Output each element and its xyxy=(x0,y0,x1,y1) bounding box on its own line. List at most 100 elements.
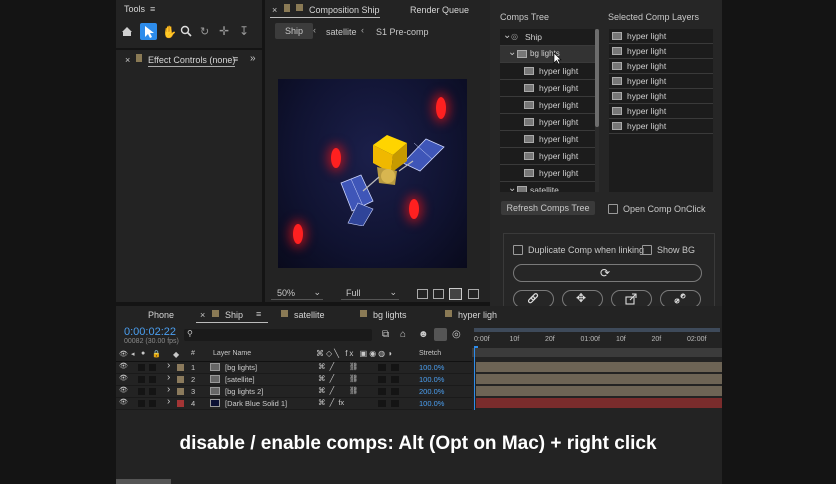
switch-box[interactable] xyxy=(391,388,399,395)
eye-icon[interactable]: 👁 xyxy=(119,374,128,382)
selected-layer-item[interactable]: hyper light xyxy=(609,59,713,74)
render-queue-tab[interactable]: Render Queue xyxy=(410,5,469,15)
chevron-right-icon[interactable]: › xyxy=(167,360,170,371)
hand-tool-icon[interactable]: ✋ xyxy=(162,25,177,39)
rotate-tool-icon[interactable]: ↻ xyxy=(200,25,209,38)
comp-flowchart-icon[interactable]: ⧉ xyxy=(382,329,389,340)
layer-switches-icon[interactable]: ⌘ ╱ fx xyxy=(318,398,344,407)
zoom-tool-icon[interactable] xyxy=(180,25,192,37)
switch-box[interactable] xyxy=(391,364,399,371)
menu-icon[interactable]: ≡ xyxy=(233,54,238,64)
tab-phone[interactable]: Phone xyxy=(148,310,174,320)
layer-switches-icon[interactable]: ⌘ ╱ ⛓ xyxy=(318,362,358,371)
timecode[interactable]: 0:00:02:22 xyxy=(124,326,176,338)
search-input[interactable]: ⚲ xyxy=(184,329,372,341)
layer-switches-icon[interactable]: ⌘ ╱ ⛓ xyxy=(318,374,358,383)
eye-icon[interactable]: 👁 xyxy=(119,398,128,406)
anchor-tool-icon[interactable]: ✛ xyxy=(219,24,229,38)
comps-tree-item[interactable]: hyper light xyxy=(500,97,595,114)
switch-box[interactable] xyxy=(149,376,156,383)
lock-icon[interactable] xyxy=(136,54,142,62)
stretch-header[interactable]: Stretch xyxy=(419,350,441,357)
comps-tree-item[interactable]: hyper light xyxy=(500,63,595,80)
region-icon[interactable] xyxy=(417,289,428,299)
selected-layer-item[interactable]: hyper light xyxy=(609,89,713,104)
home-icon[interactable] xyxy=(121,26,133,37)
layer-name[interactable]: [bg lights 2] xyxy=(225,387,263,396)
chevron-down-icon[interactable]: ⌄ xyxy=(508,183,516,192)
transparency-icon[interactable] xyxy=(449,288,462,300)
composition-tab[interactable]: Composition Ship xyxy=(309,5,380,15)
switch-box[interactable] xyxy=(391,376,399,383)
show-bg-checkbox[interactable] xyxy=(642,245,652,255)
refresh-comps-button[interactable]: Refresh Comps Tree xyxy=(501,201,595,215)
stretch-value[interactable]: 100.0% xyxy=(419,375,444,384)
chevron-right-icon[interactable]: › xyxy=(167,384,170,395)
chevron-right-icon[interactable]: › xyxy=(167,372,170,383)
selected-layer-item[interactable]: hyper light xyxy=(609,29,713,44)
layer-name-header[interactable]: Layer Name xyxy=(213,350,251,357)
comps-tree-item[interactable]: ⌄ bg lights xyxy=(500,46,595,63)
breadcrumb-s1-precomp[interactable]: S1 Pre-comp xyxy=(376,27,429,37)
close-icon[interactable]: × xyxy=(200,310,205,320)
comps-tree-item[interactable]: ⌄ satellite xyxy=(500,182,595,192)
layer-duration-bar[interactable] xyxy=(476,386,722,396)
composition-viewer[interactable] xyxy=(278,79,467,268)
menu-icon[interactable]: ≡ xyxy=(256,309,261,319)
tab-bg-lights[interactable]: bg lights xyxy=(373,310,407,320)
switch-box[interactable] xyxy=(378,364,386,371)
chevron-down-icon[interactable]: ⌄ xyxy=(508,47,516,58)
selection-tool-icon[interactable] xyxy=(140,23,157,40)
shy-icon[interactable]: ☻ xyxy=(418,329,429,340)
stretch-value[interactable]: 200.0% xyxy=(419,387,444,396)
open-comp-checkbox[interactable] xyxy=(608,204,618,214)
label-color-swatch[interactable] xyxy=(177,376,184,383)
breadcrumb-satellite[interactable]: satellite xyxy=(326,27,357,37)
frame-blend-icon[interactable] xyxy=(434,328,447,341)
eye-icon[interactable]: 👁 xyxy=(119,386,128,394)
switch-box[interactable] xyxy=(149,388,156,395)
switch-box[interactable] xyxy=(138,364,145,371)
close-icon[interactable]: × xyxy=(125,55,130,65)
resolution-select[interactable]: Full ⌄ xyxy=(341,287,399,300)
zoom-select[interactable]: 50% ⌄ xyxy=(271,287,323,300)
tab-satellite[interactable]: satellite xyxy=(294,310,325,320)
layer-row[interactable]: 👁 › 4 [Dark Blue Solid 1] ⌘ ╱ fx 100.0% xyxy=(116,396,472,410)
comps-tree-item[interactable]: hyper light xyxy=(500,148,595,165)
work-area-bar[interactable] xyxy=(474,328,720,332)
motion-blur-icon[interactable]: ◎ xyxy=(452,329,461,340)
selected-layer-item[interactable]: hyper light xyxy=(609,104,713,119)
pan-behind-icon[interactable]: ↧ xyxy=(239,24,249,38)
label-color-swatch[interactable] xyxy=(177,400,184,407)
switch-box[interactable] xyxy=(138,388,145,395)
selected-layer-item[interactable]: hyper light xyxy=(609,74,713,89)
layer-duration-bar[interactable] xyxy=(476,374,722,384)
layer-duration-bar[interactable] xyxy=(476,362,722,372)
effect-controls-tab[interactable]: Effect Controls (none) xyxy=(148,55,236,67)
label-color-swatch[interactable] xyxy=(177,388,184,395)
selected-layer-item[interactable]: hyper light xyxy=(609,44,713,59)
current-time-indicator[interactable] xyxy=(474,348,475,410)
layer-name[interactable]: [bg lights] xyxy=(225,363,257,372)
comps-tree-item[interactable]: hyper light xyxy=(500,165,595,182)
breadcrumb-ship[interactable]: Ship xyxy=(275,23,314,39)
draft-3d-icon[interactable]: ⌂ xyxy=(400,329,406,340)
switch-box[interactable] xyxy=(378,376,386,383)
switch-box[interactable] xyxy=(149,400,156,407)
switch-box[interactable] xyxy=(138,376,145,383)
switch-box[interactable] xyxy=(149,364,156,371)
menu-icon[interactable]: ≡ xyxy=(150,4,155,14)
layer-name[interactable]: [Dark Blue Solid 1] xyxy=(225,399,287,408)
close-icon[interactable]: × xyxy=(272,5,277,15)
label-color-swatch[interactable] xyxy=(177,364,184,371)
comps-tree-item[interactable]: ⌄ ◎ Ship xyxy=(500,29,595,46)
lock-icon[interactable] xyxy=(284,4,290,12)
layer-switches-icon[interactable]: ⌘ ╱ ⛓ xyxy=(318,386,358,395)
scrollbar[interactable] xyxy=(595,29,599,192)
layer-name[interactable]: [satellite] xyxy=(225,375,255,384)
expand-icon[interactable]: » xyxy=(250,53,256,64)
comps-tree-item[interactable]: hyper light xyxy=(500,80,595,97)
eye-icon[interactable]: 👁 xyxy=(119,362,128,370)
stretch-value[interactable]: 100.0% xyxy=(419,399,444,408)
switch-box[interactable] xyxy=(378,400,386,407)
